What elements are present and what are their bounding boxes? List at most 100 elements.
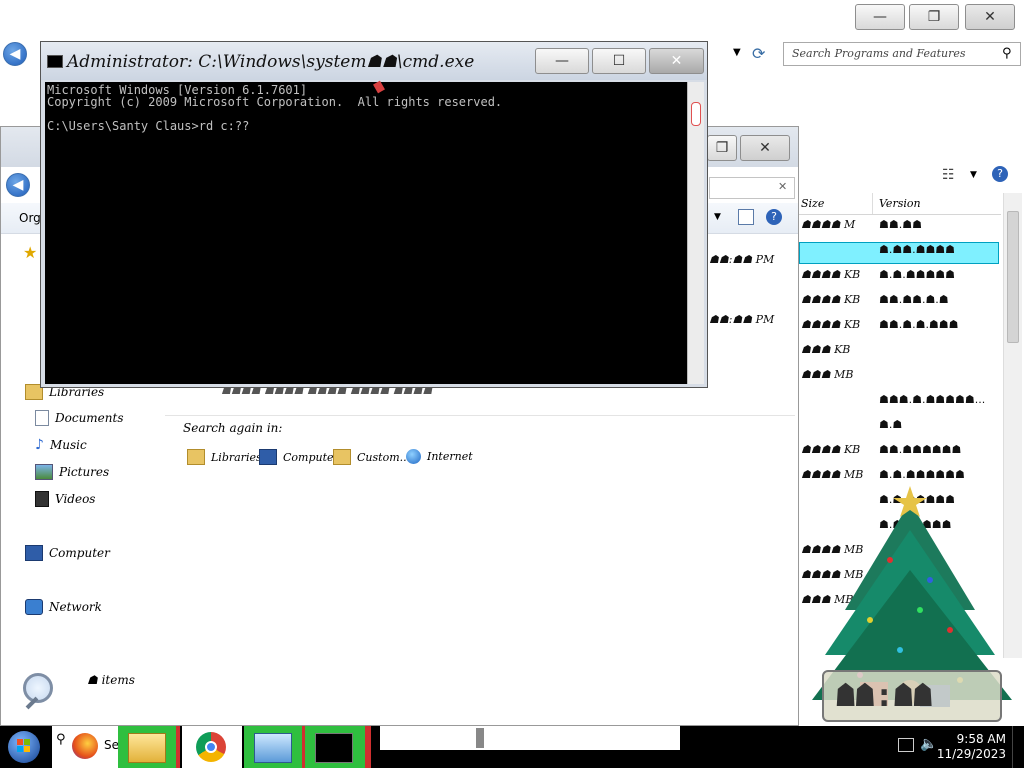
search-box[interactable]: Search Programs and Features ⚲ (783, 42, 1021, 66)
cmd-window[interactable]: Administrator: C:\Windows\system☗☗\cmd.e… (40, 41, 708, 388)
window-close-button[interactable]: ✕ (965, 4, 1015, 30)
search-icon: ⚲ (1002, 46, 1012, 61)
windows-logo-icon (8, 731, 40, 763)
view-dropdown-icon[interactable]: ▼ (970, 170, 977, 180)
show-desktop-button[interactable] (1012, 726, 1024, 768)
cmd-scroll-thumb[interactable] (691, 102, 701, 126)
taskbar-separator (365, 726, 371, 768)
version-cell: ☗.☗.☗☗☗☗☗ (879, 268, 956, 281)
restore-icon: ❐ (927, 9, 941, 25)
taskbar-explorer-button[interactable] (118, 726, 176, 768)
search-icon: ⚲ (56, 732, 66, 747)
nav-videos-label: Videos (55, 492, 96, 506)
recent-pages-icon[interactable]: ▼ (733, 47, 741, 58)
nav-pictures-label: Pictures (59, 465, 110, 479)
nav-documents[interactable]: Documents (35, 410, 123, 426)
version-cell: ☗☗.☗.☗.☗☗☗ (879, 318, 959, 331)
nav-videos[interactable]: Videos (35, 491, 95, 507)
preview-pane-icon[interactable] (738, 209, 754, 225)
folder-icon (128, 733, 166, 763)
slot-marker (476, 728, 484, 748)
explorer-address-bar[interactable]: ✕ (709, 177, 795, 199)
taskbar-search-area[interactable]: ⚲ Se (52, 726, 119, 768)
list-scroll-thumb[interactable] (1007, 211, 1019, 343)
computer-icon (25, 545, 43, 561)
version-cell: ☗☗☗.☗.☗☗☗☗☗... (879, 393, 986, 406)
libraries-icon (187, 449, 205, 465)
refresh-icon[interactable]: ⟳ (752, 44, 765, 63)
cmd-minimize-button[interactable]: — (535, 48, 589, 74)
search-again-libraries-label: Libraries (211, 450, 262, 464)
search-again-computer[interactable]: Computer (259, 449, 339, 465)
documents-icon (35, 410, 49, 426)
action-center-icon[interactable] (898, 738, 914, 752)
logo-pane-4 (24, 746, 30, 752)
maximize-icon: ☐ (612, 53, 626, 69)
column-header-row: Size Version (799, 193, 1001, 215)
clear-address-icon[interactable]: ✕ (778, 180, 787, 193)
window-maximize-button[interactable]: ❐ (909, 4, 959, 30)
size-cell: ☗☗☗ MB (801, 368, 854, 381)
version-cell: ☗☗.☗☗ (879, 218, 922, 231)
nav-computer[interactable]: Computer (25, 545, 110, 561)
firefox-icon[interactable] (72, 733, 98, 759)
version-cell: ☗.☗☗.☗☗☗☗ (879, 243, 956, 256)
cmd-maximize-button[interactable]: ☐ (592, 48, 646, 74)
nav-pictures[interactable]: Pictures (35, 464, 109, 480)
clock-date[interactable]: 11/29/2023 (934, 747, 1006, 761)
view-icon[interactable]: ☷ (942, 167, 955, 183)
christmas-tree-gadget[interactable]: ☗☗:☗☗ (800, 480, 1024, 726)
close-icon: ✕ (984, 9, 996, 25)
cmd-title: Administrator: C:\Windows\system☗☗\cmd.e… (67, 52, 475, 72)
taskbar-chrome-button[interactable] (182, 726, 242, 768)
window-minimize-button[interactable]: — (855, 4, 905, 30)
size-cell: ☗☗☗☗ KB (801, 443, 861, 456)
back-icon: ◀ (9, 46, 21, 62)
nav-documents-label: Documents (55, 411, 124, 425)
gadget-clock-text: ☗☗:☗☗ (836, 676, 933, 714)
cmd-console[interactable]: Microsoft Windows [Version 6.1.7601] Cop… (45, 80, 687, 384)
music-icon: ♪ (35, 437, 44, 453)
explorer-maximize-button[interactable]: ❐ (707, 135, 737, 161)
size-cell: ☗☗☗☗ M (801, 218, 856, 231)
taskbar: ⚲ Se 🔈 9:58 AM 11/29/2023 (0, 726, 1024, 768)
pictures-icon (35, 464, 53, 480)
search-again-internet[interactable]: Internet (406, 449, 473, 464)
column-version-header[interactable]: Version (879, 197, 921, 210)
taskbar-search-text: Se (104, 738, 119, 752)
explorer-back-button[interactable]: ◀ (6, 173, 30, 197)
chrome-icon (196, 732, 226, 762)
clock-time[interactable]: 9:58 AM (946, 732, 1006, 746)
help-icon[interactable]: ? (766, 209, 782, 225)
search-again-libraries[interactable]: Libraries (187, 449, 262, 465)
taskbar-cmd-button[interactable] (305, 726, 365, 768)
help-icon[interactable]: ? (992, 166, 1008, 182)
nav-network[interactable]: Network (25, 599, 102, 615)
taskbar-separator (176, 726, 180, 768)
console-line-2: Copyright (c) 2009 Microsoft Corporation… (47, 95, 503, 109)
toolbar-dropdown-icon[interactable]: ▼ (714, 212, 721, 222)
content-divider (165, 415, 795, 416)
nav-computer-label: Computer (49, 546, 110, 560)
search-again-label: Search again in: (183, 421, 283, 435)
cmd-close-button[interactable]: ✕ (649, 48, 704, 74)
result-date-2: ☗☗:☗☗ PM (709, 313, 775, 326)
column-divider (872, 193, 873, 214)
taskbar-empty-slot (380, 726, 680, 750)
nav-network-label: Network (49, 600, 102, 614)
search-again-custom[interactable]: Custom... (333, 449, 410, 465)
nav-music[interactable]: ♪ Music (35, 437, 87, 453)
back-button[interactable]: ◀ (3, 42, 27, 66)
taskbar-control-panel-button[interactable] (244, 726, 302, 768)
nav-music-label: Music (49, 438, 87, 452)
cmd-scrollbar[interactable] (687, 82, 704, 384)
custom-folder-icon (333, 449, 351, 465)
column-size-header[interactable]: Size (801, 197, 824, 210)
cursor-icon (373, 80, 385, 94)
start-button[interactable] (4, 728, 44, 766)
result-date-1: ☗☗:☗☗ PM (709, 253, 775, 266)
explorer-close-button[interactable]: ✕ (740, 135, 790, 161)
gadget-clock: ☗☗:☗☗ (822, 670, 1002, 722)
videos-icon (35, 491, 49, 507)
close-icon: ✕ (759, 140, 771, 156)
